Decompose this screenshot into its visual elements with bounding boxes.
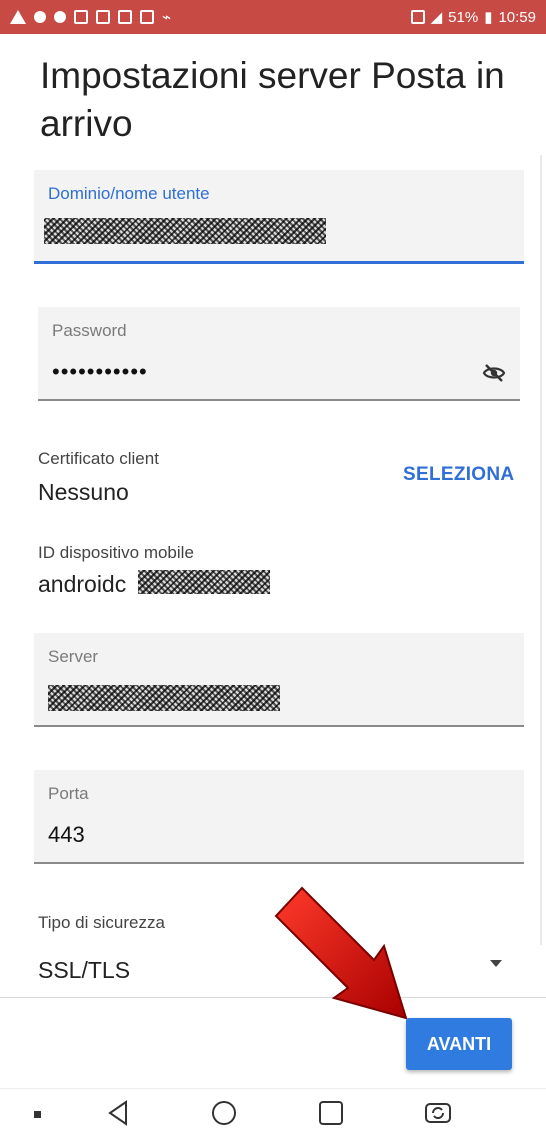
domain-username-label: Dominio/nome utente — [48, 184, 210, 203]
page-title: Impostazioni server Posta in arrivo — [40, 55, 505, 144]
security-type-label: Tipo di sicurezza — [38, 913, 165, 932]
navigation-bar — [0, 1088, 546, 1139]
status-icons-left: ⌁ — [10, 8, 171, 26]
client-certificate-label: Certificato client — [38, 449, 159, 468]
select-certificate-button[interactable]: SELEZIONA — [403, 464, 514, 486]
password-label: Password — [52, 321, 127, 340]
email-icon — [96, 10, 110, 24]
password-field[interactable]: Password ••••••••••• — [38, 307, 520, 401]
status-icons-right: ◢ 51% ▮ 10:59 — [410, 8, 536, 26]
server-field[interactable]: Server — [34, 633, 524, 727]
signal-icon: ◢ — [430, 9, 443, 26]
password-value: ••••••••••• — [52, 359, 148, 384]
shield-icon — [34, 11, 46, 23]
annotation-arrow-icon — [274, 886, 408, 1020]
redacted-device-id — [138, 570, 270, 594]
device-id-value: androidc — [38, 571, 127, 597]
recents-icon[interactable] — [318, 1100, 344, 1126]
email-icon — [118, 10, 132, 24]
domain-username-field[interactable]: Dominio/nome utente — [34, 170, 524, 264]
battery-level: 51% — [448, 8, 479, 26]
port-field[interactable]: Porta 443 — [34, 770, 524, 864]
dropdown-arrow-icon[interactable] — [490, 960, 502, 967]
email-icon — [140, 10, 154, 24]
nfc-icon — [410, 10, 425, 24]
email-icon — [74, 10, 88, 24]
security-type-value[interactable]: SSL/TLS — [38, 957, 130, 984]
location-icon — [54, 11, 66, 23]
redacted-domain-username — [44, 218, 326, 244]
screen-rotate-icon[interactable] — [424, 1100, 452, 1126]
device-id-label: ID dispositivo mobile — [38, 543, 194, 562]
next-button[interactable]: AVANTI — [406, 1018, 512, 1070]
visibility-off-icon[interactable] — [482, 361, 506, 385]
server-label: Server — [48, 647, 99, 666]
warning-icon — [10, 10, 26, 24]
port-value: 443 — [48, 822, 85, 847]
redacted-server — [48, 685, 280, 711]
status-bar: ⌁ ◢ 51% ▮ 10:59 — [0, 0, 546, 34]
scrollbar[interactable] — [540, 155, 542, 945]
home-icon[interactable] — [210, 1099, 238, 1127]
back-icon[interactable] — [106, 1099, 130, 1127]
client-certificate-value: Nessuno — [38, 479, 129, 505]
usb-icon: ⌁ — [162, 9, 172, 26]
port-label: Porta — [48, 784, 89, 803]
dot-icon — [34, 1111, 41, 1118]
clock: 10:59 — [498, 8, 536, 26]
battery-icon: ▮ — [484, 9, 493, 26]
